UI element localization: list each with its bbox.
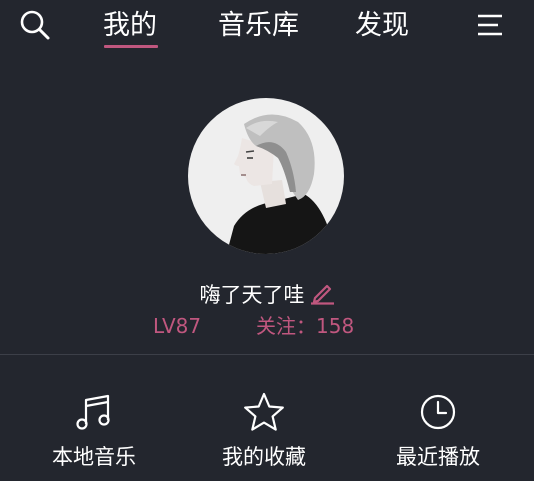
follow-count[interactable]: 关注：158 bbox=[256, 312, 354, 340]
user-level: LV87 bbox=[153, 314, 202, 338]
recent-plays-label: 最近播放 bbox=[396, 445, 480, 469]
menu-button[interactable] bbox=[472, 10, 506, 40]
menu-icon bbox=[478, 14, 502, 36]
search-icon bbox=[20, 10, 50, 40]
tab-mine[interactable]: 我的 bbox=[103, 6, 157, 46]
top-navigation-bar: 我的 音乐库 发现 bbox=[0, 0, 534, 56]
local-music-button[interactable]: 本地音乐 bbox=[24, 390, 164, 478]
username: 嗨了天了哇 bbox=[199, 283, 305, 307]
active-tab-indicator bbox=[104, 45, 158, 48]
avatar-portrait-image bbox=[188, 98, 344, 254]
local-music-label: 本地音乐 bbox=[52, 445, 136, 469]
avatar[interactable] bbox=[186, 96, 346, 256]
star-icon bbox=[244, 392, 284, 431]
section-divider bbox=[0, 354, 534, 355]
my-favorites-button[interactable]: 我的收藏 bbox=[194, 390, 334, 478]
tab-music-library[interactable]: 音乐库 bbox=[218, 6, 299, 46]
edit-profile-button[interactable] bbox=[309, 281, 335, 305]
music-note-icon bbox=[76, 394, 110, 430]
clock-icon bbox=[420, 394, 456, 430]
tab-discover[interactable]: 发现 bbox=[355, 6, 409, 46]
my-favorites-label: 我的收藏 bbox=[222, 445, 306, 469]
search-button[interactable] bbox=[18, 8, 52, 42]
pencil-icon bbox=[310, 284, 334, 305]
recent-plays-button[interactable]: 最近播放 bbox=[368, 390, 508, 478]
profile-name-row: 嗨了天了哇 bbox=[0, 280, 534, 310]
